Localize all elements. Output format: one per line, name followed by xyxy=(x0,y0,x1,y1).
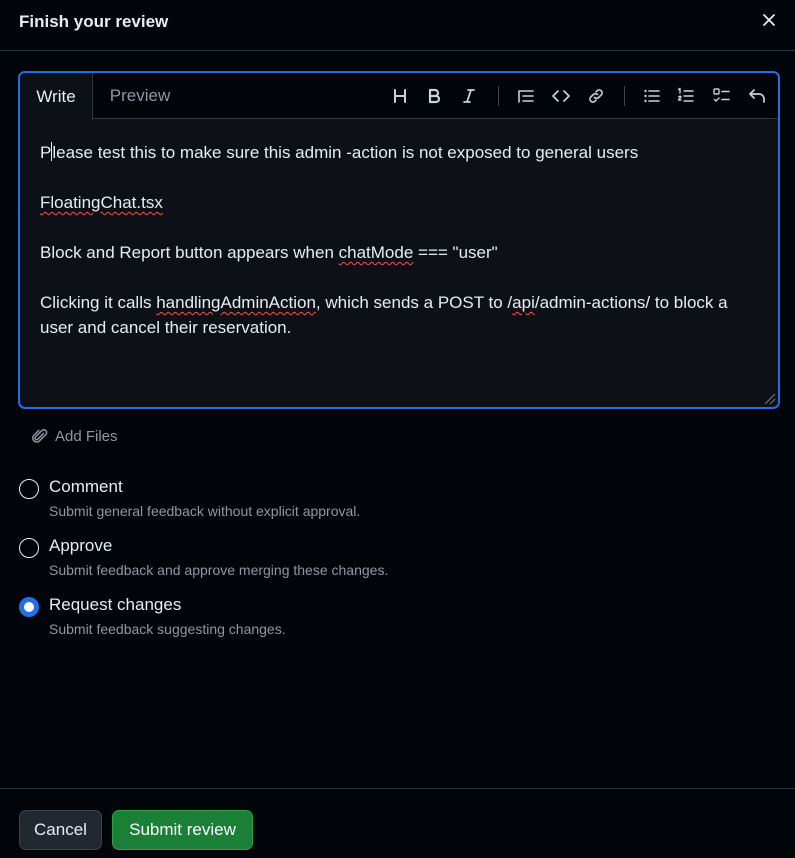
link-icon xyxy=(589,89,603,103)
resize-handle-icon[interactable] xyxy=(760,389,776,405)
tab-write[interactable]: Write xyxy=(20,73,93,120)
close-button[interactable] xyxy=(758,9,780,31)
option-request-changes[interactable]: Request changes Submit feedback suggesti… xyxy=(18,595,518,643)
option-label: Approve xyxy=(49,536,113,555)
approve-radio[interactable] xyxy=(19,538,39,558)
ordered-list-icon xyxy=(677,87,694,102)
add-files-button[interactable]: Add Files xyxy=(31,425,118,447)
comment-text: chatMode xyxy=(338,243,414,262)
editor-toolbar: Write Preview xyxy=(20,73,778,120)
bold-icon xyxy=(428,88,441,104)
review-comment-textarea[interactable]: Please test this to make sure this admin… xyxy=(40,140,760,365)
quote-icon xyxy=(518,90,534,103)
italic-icon xyxy=(463,89,475,103)
code-button[interactable] xyxy=(547,82,575,110)
comment-line: Clicking it calls handlingAdminAction, w… xyxy=(40,290,760,340)
unordered-list-icon xyxy=(644,89,660,103)
comment-text: FloatingChat.tsx xyxy=(40,193,163,212)
submit-review-button[interactable]: Submit review xyxy=(112,810,253,850)
heading-icon xyxy=(394,89,406,103)
dialog-title: Finish your review xyxy=(19,12,169,31)
finish-review-dialog: Finish your review Write Preview Please … xyxy=(0,0,795,858)
bold-button[interactable] xyxy=(420,82,448,110)
link-button[interactable] xyxy=(582,82,610,110)
option-comment[interactable]: Comment Submit general feedback without … xyxy=(18,477,518,525)
code-icon xyxy=(552,90,570,102)
option-description: Submit feedback and approve merging thes… xyxy=(49,562,389,578)
dialog-footer: Cancel Submit review xyxy=(0,788,795,858)
unordered-list-button[interactable] xyxy=(638,82,666,110)
paperclip-icon xyxy=(32,429,48,443)
close-icon xyxy=(763,14,775,26)
dialog-header: Finish your review xyxy=(0,0,795,51)
comment-text: Clicking it calls xyxy=(40,293,157,312)
quote-button[interactable] xyxy=(512,82,540,110)
option-label: Request changes xyxy=(49,595,182,614)
tab-preview[interactable]: Preview xyxy=(100,73,180,119)
option-description: Submit feedback suggesting changes. xyxy=(49,621,286,637)
heading-button[interactable] xyxy=(386,82,414,110)
comment-radio[interactable] xyxy=(19,479,39,499)
cancel-button[interactable]: Cancel xyxy=(19,810,102,850)
comment-text: P xyxy=(40,143,52,162)
ordered-list-button[interactable] xyxy=(672,82,700,110)
add-files-label: Add Files xyxy=(55,427,118,445)
option-approve[interactable]: Approve Submit feedback and approve merg… xyxy=(18,536,518,584)
comment-text: api xyxy=(512,293,535,312)
option-description: Submit general feedback without explicit… xyxy=(49,503,361,519)
italic-button[interactable] xyxy=(455,82,483,110)
comment-text: === "user" xyxy=(413,243,498,262)
undo-icon xyxy=(749,89,765,103)
request-changes-radio[interactable] xyxy=(19,597,39,617)
undo-button[interactable] xyxy=(743,82,771,110)
task-list-button[interactable] xyxy=(708,82,736,110)
review-editor: Write Preview Please test this to make s… xyxy=(18,71,780,409)
comment-line: Please test this to make sure this admin… xyxy=(40,140,760,165)
comment-text: handlingAdminAction xyxy=(156,293,316,312)
toolbar-divider xyxy=(624,86,625,106)
comment-text: , which sends a POST to / xyxy=(315,293,513,312)
option-label: Comment xyxy=(49,477,123,496)
comment-line: FloatingChat.tsx xyxy=(40,190,760,215)
comment-text: Block and Report button appears when xyxy=(40,243,339,262)
comment-line: Block and Report button appears when cha… xyxy=(40,240,760,265)
task-list-icon xyxy=(713,88,730,102)
toolbar-divider xyxy=(498,86,499,106)
comment-text: lease test this to make sure this admin … xyxy=(52,143,639,162)
